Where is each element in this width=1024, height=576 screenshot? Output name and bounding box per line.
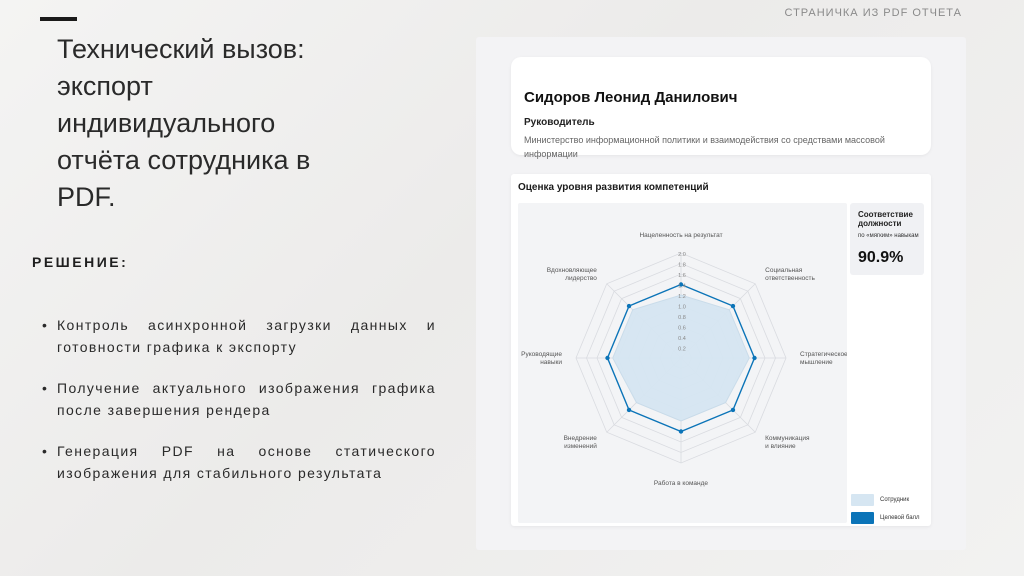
radar-axis-label: Руководящие навыки bbox=[521, 351, 562, 366]
series-target-point bbox=[730, 407, 736, 413]
legend-swatch-target bbox=[851, 512, 874, 524]
radar-axis-label: Коммуникация и влияние bbox=[765, 435, 810, 450]
employee-organization: Министерство информационной политики и в… bbox=[524, 135, 885, 159]
position-match-subtitle: по «мягким» навыкам bbox=[858, 233, 919, 239]
slide-caption: СТРАНИЧКА ИЗ PDF ОТЧЕТА bbox=[784, 7, 962, 19]
competency-chart-card: Оценка уровня развития компетенций 2.0 1.… bbox=[511, 174, 931, 526]
radar-tick-label: 2.0 bbox=[678, 252, 686, 258]
employee-role: Руководитель bbox=[524, 117, 595, 128]
series-target-point bbox=[678, 429, 684, 434]
series-target-point bbox=[626, 303, 632, 309]
series-target-point bbox=[626, 407, 632, 413]
radar-axis-label: Стратегическое мышление bbox=[800, 351, 847, 366]
employee-name: Сидоров Леонид Данилович bbox=[524, 89, 738, 106]
radar-tick-label: 0.2 bbox=[678, 347, 686, 353]
position-match-box: Соответствие должности по «мягким» навык… bbox=[850, 203, 924, 275]
series-target-point bbox=[730, 303, 736, 309]
legend-swatch-employee bbox=[851, 494, 874, 506]
radar-chart-area: 2.0 1.8 1.6 1.4 1.2 1.0 0.8 0.6 0.4 0.2 Нацеленнос… bbox=[518, 203, 848, 523]
solution-heading: РЕШЕНИЕ: bbox=[32, 254, 129, 270]
solution-list: Контроль асинхронной загрузки данных и г… bbox=[42, 314, 436, 503]
chart-title: Оценка уровня развития компетенций bbox=[518, 182, 709, 193]
radar-tick-label: 1.0 bbox=[678, 305, 686, 311]
position-match-value: 90.9% bbox=[858, 249, 904, 266]
radar-tick-label: 1.2 bbox=[678, 294, 686, 300]
radar-chart: 2.0 1.8 1.6 1.4 1.2 1.0 0.8 0.6 0.4 0.2 Нацеленнос… bbox=[521, 232, 848, 487]
solution-item: Генерация PDF на основе статического изо… bbox=[42, 440, 436, 484]
accent-bar bbox=[40, 17, 77, 21]
radar-axis-label: Нацеленность на результат bbox=[639, 232, 722, 239]
radar-axis-label: Работа в команде bbox=[654, 479, 709, 487]
employee-profile-card: Сидоров Леонид Данилович Руководитель Ми… bbox=[511, 57, 931, 159]
series-employee-area bbox=[612, 294, 750, 422]
radar-tick-label: 1.6 bbox=[678, 273, 686, 279]
radar-tick-label: 0.4 bbox=[678, 336, 686, 342]
radar-tick-label: 0.6 bbox=[678, 326, 686, 332]
position-match-title: Соответствие должности bbox=[858, 210, 913, 228]
radar-axis-label: Вдохновляющее лидерство bbox=[547, 267, 597, 282]
legend-label-target: Целевой балл bbox=[880, 515, 920, 521]
slide-title: Технический вызов: экспорт индивидуально… bbox=[57, 34, 311, 212]
radar-tick-label: 1.4 bbox=[678, 284, 686, 290]
chart-sidebar: Соответствие должности по «мягким» навык… bbox=[848, 203, 931, 524]
pdf-report-preview: Сидоров Леонид Данилович Руководитель Ми… bbox=[476, 37, 966, 550]
solution-item: Контроль асинхронной загрузки данных и г… bbox=[42, 314, 436, 358]
series-target-point bbox=[605, 355, 610, 361]
radar-tick-label: 1.8 bbox=[678, 263, 686, 269]
solution-item: Получение актуального изображения график… bbox=[42, 377, 436, 421]
radar-axis-label: Внедрение изменений bbox=[564, 435, 598, 450]
legend-label-employee: Сотрудник bbox=[880, 497, 910, 503]
radar-tick-label: 0.8 bbox=[678, 315, 686, 321]
series-target-point bbox=[752, 355, 757, 361]
radar-axis-label: Социальная ответственность bbox=[765, 267, 815, 282]
